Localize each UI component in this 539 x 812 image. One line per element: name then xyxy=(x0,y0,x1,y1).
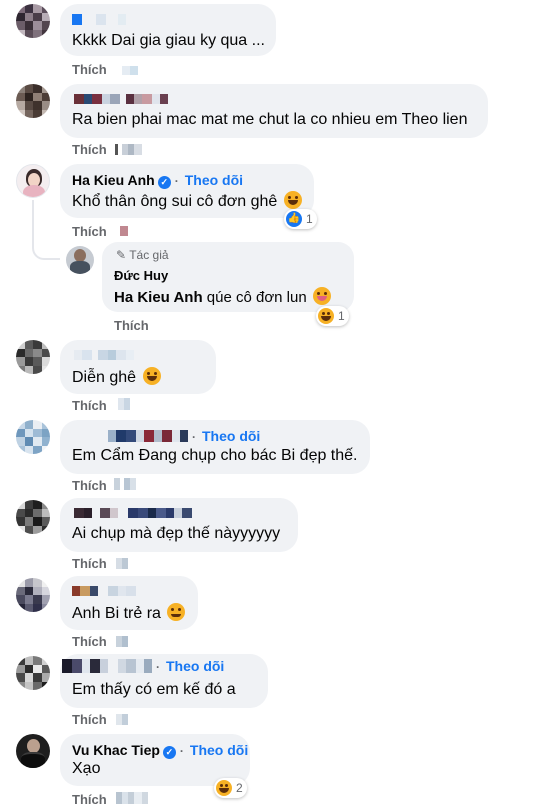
comment-text: Khổ thân ông sui cô đơn ghê xyxy=(72,191,302,211)
blurred-name xyxy=(74,350,134,360)
follow-button[interactable]: Theo dõi xyxy=(202,428,260,444)
avatar[interactable] xyxy=(16,500,50,534)
blurred-name xyxy=(72,586,136,596)
blurred-name xyxy=(74,94,168,104)
dot-separator: · xyxy=(174,174,179,188)
dot-separator: · xyxy=(156,660,160,674)
like-button[interactable]: Thích xyxy=(72,398,107,413)
like-button[interactable]: Thích xyxy=(72,224,107,239)
reply-connector xyxy=(32,200,60,260)
comment-bubble: Ra bien phai mac mat me chut la co nhieu… xyxy=(60,84,488,138)
blurred-name xyxy=(62,659,152,673)
comment-text-content: Diễn ghê xyxy=(72,369,137,386)
comment-text-content: Anh Bi trẻ ra xyxy=(72,605,161,622)
reaction-count: 1 xyxy=(338,309,345,323)
comment-text-content: qúe cô đơn lun xyxy=(202,289,307,306)
reaction-summary[interactable]: 👍 1 xyxy=(284,209,317,229)
blurred-name xyxy=(72,14,126,25)
follow-button[interactable]: Theo dõi xyxy=(185,172,243,188)
blurred-name xyxy=(74,508,192,518)
reaction-summary[interactable]: 1 xyxy=(316,306,349,326)
comment-text: Kkkk Dai gia giau ky qua ... xyxy=(72,32,265,49)
comment-bubble: Diễn ghê xyxy=(60,340,216,394)
follow-button[interactable]: Theo dõi xyxy=(190,742,248,758)
like-button[interactable]: Thích xyxy=(114,318,149,333)
comment-text: Xạo xyxy=(72,760,101,777)
comment-bubble: Anh Bi trẻ ra xyxy=(60,576,198,630)
reply-bubble: ✎ Tác giả Đức Huy Ha Kieu Anh qúe cô đơn… xyxy=(102,242,354,312)
like-button[interactable]: Thích xyxy=(72,62,107,77)
avatar[interactable] xyxy=(16,734,50,768)
laughing-emoji-icon xyxy=(283,191,302,209)
comment-text: Ha Kieu Anh qúe cô đơn lun xyxy=(114,287,331,306)
smiling-emoji-icon xyxy=(167,603,186,621)
comment-text: Anh Bi trẻ ra xyxy=(72,603,186,623)
avatar[interactable] xyxy=(16,578,50,612)
blurred-meta xyxy=(118,398,130,410)
laughing-reaction-icon xyxy=(216,780,232,796)
comment-text: Ai chụp mà đẹp thế nàyyyyyy xyxy=(72,525,281,542)
blurred-meta xyxy=(116,792,148,804)
comment-bubble: Ai chụp mà đẹp thế nàyyyyyy xyxy=(60,498,298,552)
comment-bubble: · Theo dõi Em thấy có em kế đó a xyxy=(60,654,268,708)
grinning-emoji-icon xyxy=(142,367,161,385)
like-button[interactable]: Thích xyxy=(72,792,107,807)
commenter-name[interactable]: Vu Khac Tiep xyxy=(72,742,160,758)
comment-text: Em thấy có em kế đó a xyxy=(72,681,236,698)
pen-icon: ✎ xyxy=(116,248,127,262)
commenter-name[interactable]: Ha Kieu Anh xyxy=(72,172,155,188)
reaction-count: 2 xyxy=(236,781,243,795)
blurred-meta xyxy=(116,636,128,647)
avatar[interactable] xyxy=(16,4,50,38)
comment-text: Diễn ghê xyxy=(72,367,161,387)
dot-separator: · xyxy=(192,430,196,444)
avatar[interactable] xyxy=(16,84,50,118)
blurred-meta xyxy=(116,714,128,725)
author-tag-label: Tác giả xyxy=(129,248,169,262)
tongue-emoji-icon xyxy=(312,287,331,305)
comment-bubble: · Theo dõi Em Cẩm Đang chụp cho bác Bi đẹ… xyxy=(60,420,370,474)
avatar[interactable] xyxy=(66,246,94,274)
commenter-name[interactable]: Đức Huy xyxy=(114,268,168,283)
like-button[interactable]: Thích xyxy=(72,712,107,727)
blurred-name xyxy=(108,430,188,442)
like-button[interactable]: Thích xyxy=(72,142,107,157)
like-reaction-icon: 👍 xyxy=(286,211,302,227)
blurred-meta xyxy=(115,144,142,155)
reaction-count: 1 xyxy=(306,212,313,226)
mention-link[interactable]: Ha Kieu Anh xyxy=(114,289,203,306)
dot-separator: · xyxy=(179,744,184,758)
blurred-meta xyxy=(116,558,128,569)
reaction-summary[interactable]: 2 xyxy=(214,778,247,798)
comment-bubble: Kkkk Dai gia giau ky qua ... xyxy=(60,4,276,56)
avatar[interactable] xyxy=(16,420,50,454)
laughing-reaction-icon xyxy=(318,308,334,324)
comment-bubble: Ha Kieu Anh ✓ · Theo dõi Khổ thân ông sui c… xyxy=(60,164,314,218)
avatar[interactable] xyxy=(16,656,50,690)
avatar[interactable] xyxy=(16,340,50,374)
like-button[interactable]: Thích xyxy=(72,556,107,571)
comment-text: Ra bien phai mac mat me chut la co nhieu… xyxy=(72,111,468,128)
like-button[interactable]: Thích xyxy=(72,634,107,649)
verified-icon: ✓ xyxy=(157,176,171,189)
like-button[interactable]: Thích xyxy=(72,478,107,493)
blurred-meta xyxy=(114,478,136,490)
avatar[interactable] xyxy=(16,164,50,198)
blurred-meta xyxy=(122,66,138,75)
comment-text-content: Khổ thân ông sui cô đơn ghê xyxy=(72,193,278,210)
verified-icon: ✓ xyxy=(162,746,176,759)
comment-text: Em Cẩm Đang chụp cho bác Bi đẹp thế. xyxy=(72,447,358,464)
follow-button[interactable]: Theo dõi xyxy=(166,658,224,674)
blurred-meta xyxy=(120,226,128,236)
